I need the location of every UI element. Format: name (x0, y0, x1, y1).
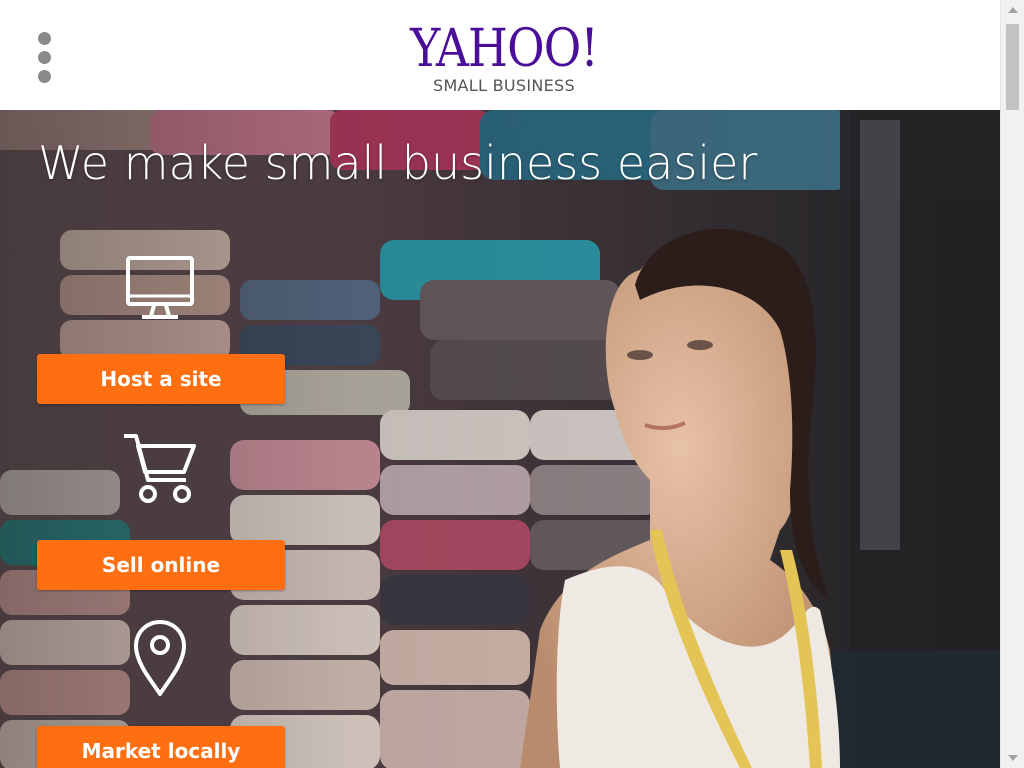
hero-title: We make small business easier (38, 136, 758, 190)
scroll-up-arrow-icon[interactable] (1008, 7, 1018, 13)
page: YAHOO! SMALL BUSINESS We make small busi… (0, 0, 1000, 768)
yahoo-small-business-logo[interactable]: YAHOO! SMALL BUSINESS (396, 20, 612, 100)
hero-section: We make small business easier Host a sit… (0, 110, 1000, 768)
vertical-scrollbar[interactable] (1000, 0, 1024, 768)
scroll-down-arrow-icon[interactable] (1008, 755, 1018, 761)
monitor-icon (126, 256, 194, 319)
scroll-thumb[interactable] (1006, 24, 1019, 110)
host-a-site-button[interactable]: Host a site (37, 354, 285, 404)
menu-dot (38, 32, 51, 45)
menu-dot (38, 51, 51, 64)
menu-dot (38, 70, 51, 83)
map-pin-icon (134, 620, 186, 696)
sell-online-button[interactable]: Sell online (37, 540, 285, 590)
site-header: YAHOO! SMALL BUSINESS (0, 0, 1000, 110)
shopping-cart-icon (124, 434, 196, 503)
logo-wordmark: YAHOO! (410, 19, 599, 79)
menu-button[interactable] (30, 28, 60, 88)
market-locally-button[interactable]: Market locally (37, 726, 285, 768)
